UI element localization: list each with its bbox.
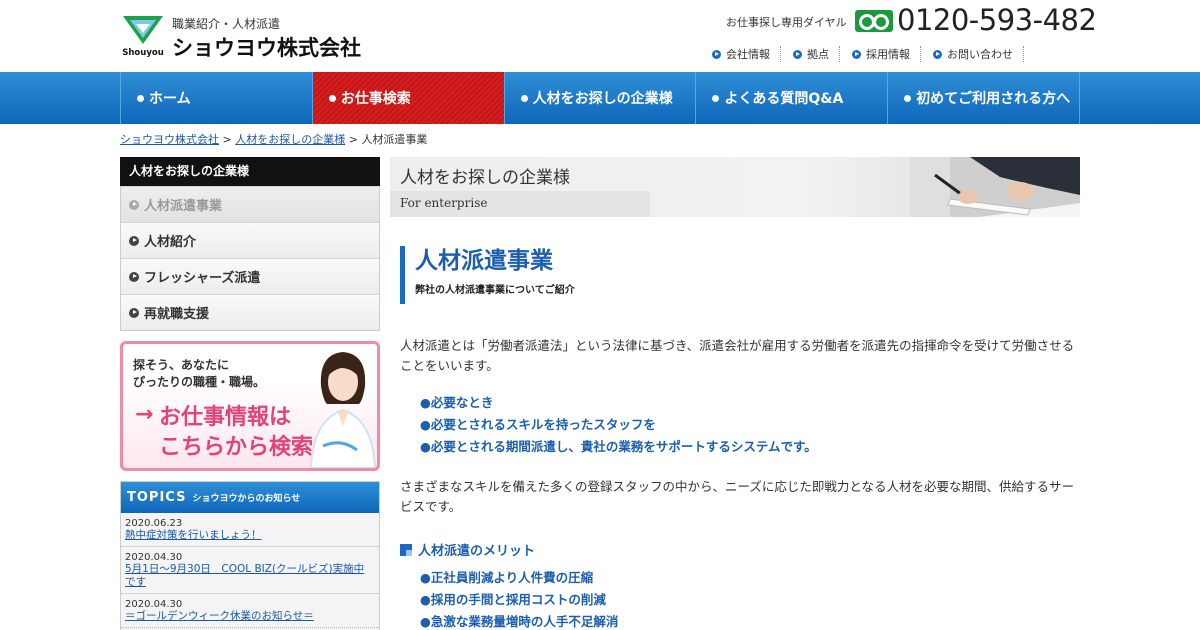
global-nav: ホーム お仕事検索 人材をお探しの企業様 よくある質問Q&A 初めてご利用される… (0, 72, 1200, 124)
bullet-icon (137, 94, 144, 102)
util-link-label: 会社情報 (726, 48, 770, 61)
arrow-circle-icon (129, 199, 139, 210)
breadcrumb-home-link[interactable]: ショウヨウ株式会社 (120, 133, 219, 146)
util-link-label: 拠点 (807, 48, 829, 61)
breadcrumb-separator: > (345, 133, 362, 146)
sidebar-item-label: 人材派遣事業 (144, 199, 223, 214)
nav-label: 初めてご利用される方へ (916, 91, 1071, 107)
breadcrumb: ショウヨウ株式会社 > 人材をお探しの企業様 > 人材派遣事業 (120, 131, 427, 147)
nav-label: 人材をお探しの企業様 (532, 91, 673, 107)
list-item: ●正社員削減より人件費の圧縮 (420, 570, 594, 585)
site-header: Shouyou 職業紹介・人材派遣 ショウヨウ株式会社 お仕事探し専用ダイヤル … (0, 0, 1200, 72)
service-paragraph: さまざまなスキルを備えた多くの登録スタッフの中から、ニーズに応じた即戦力となる人… (400, 479, 1075, 514)
nav-home[interactable]: ホーム (121, 72, 313, 124)
section-heading-block: 人材派遣事業 弊社の人材派遣事業についてご紹介 (400, 246, 575, 304)
nav-first-time[interactable]: 初めてご利用される方へ (888, 72, 1080, 124)
page-hero: 人材をお探しの企業様 For enterprise (390, 157, 1080, 217)
sidebar-item-reemployment[interactable]: 再就職支援 (121, 294, 379, 330)
sidebar-item-label: 再就職支援 (144, 307, 210, 322)
arrow-circle-icon (933, 49, 942, 59)
nav-enterprise[interactable]: 人材をお探しの企業様 (505, 72, 697, 124)
page-title: 人材派遣事業 (415, 247, 553, 274)
topics-title: TOPICS (127, 490, 187, 505)
breadcrumb-current: 人材派遣事業 (361, 133, 428, 146)
utility-nav: 会社情報 拠点 採用情報 お問い合わせ (712, 46, 1036, 62)
bullet-icon (712, 94, 720, 102)
company-name: ショウヨウ株式会社 (172, 36, 361, 60)
phone-number[interactable]: 0120-593-482 (897, 3, 1097, 37)
merit-heading: 人材派遣のメリット (400, 540, 535, 559)
arrow-circle-icon (712, 49, 721, 59)
logo-brand-text: Shouyou (122, 48, 164, 58)
merit-heading-label: 人材派遣のメリット (418, 544, 536, 559)
topics-panel: TOPICS ショウヨウからのお知らせ 2020.06.23 熱中症対策を行いま… (120, 481, 380, 630)
bullet-icon (328, 94, 336, 102)
hero-subtitle-band: For enterprise (390, 191, 650, 217)
list-item: ●必要とされるスキルを持ったスタッフを (420, 417, 656, 432)
list-item: ●採用の手間と採用コストの削減 (420, 592, 606, 607)
util-link-company[interactable]: 会社情報 (712, 46, 781, 62)
topic-item: 2020.06.23 熱中症対策を行いましょう！ (121, 513, 379, 547)
topic-date: 2020.04.30 (125, 552, 183, 563)
list-item: ●急激な業務量増時の人手不足解消 (420, 614, 619, 629)
sidebar-item-freshers[interactable]: フレッシャーズ派遣 (121, 258, 379, 294)
bullet-icon (520, 94, 528, 102)
topic-item: 2020.04.30 5月1日～9月30日 COOL BIZ(クールビズ)実施中… (121, 547, 379, 594)
dial-label: お仕事探し専用ダイヤル (726, 16, 847, 29)
logo-mark-icon: Shouyou (122, 16, 164, 58)
sidebar-item-placement[interactable]: 人材紹介 (121, 222, 379, 258)
nav-label: お仕事検索 (340, 91, 411, 107)
topic-item: 2020.04.30 ＝ゴールデンウィーク休業のお知らせ＝ (121, 594, 379, 628)
arrow-circle-icon (129, 235, 139, 246)
topic-date: 2020.06.23 (125, 518, 183, 529)
topic-link[interactable]: 熱中症対策を行いましょう！ (125, 529, 374, 542)
util-link-label: 採用情報 (866, 48, 910, 61)
arrow-circle-icon (129, 307, 139, 318)
list-item: ●必要とされる期間派遣し、貴社の業務をサポートするシステムです。 (420, 439, 817, 454)
banner-headline-1: お仕事情報は (159, 404, 292, 430)
sidebar-heading: 人材をお探しの企業様 (120, 157, 380, 186)
site-logo[interactable]: Shouyou 職業紹介・人材派遣 ショウヨウ株式会社 (120, 14, 361, 60)
util-link-contact[interactable]: お問い合わせ (933, 46, 1024, 62)
breadcrumb-separator: > (219, 133, 236, 146)
list-item: ●必要なとき (420, 395, 494, 410)
sidebar-item-dispatch[interactable]: 人材派遣事業 (121, 186, 379, 222)
hero-title: 人材をお探しの企業様 (400, 168, 570, 188)
intro-paragraph: 人材派遣とは「労働者派遣法」という法律に基づき、派遣会社が雇用する労働者を派遣先… (400, 338, 1075, 373)
arrow-circle-icon (129, 271, 139, 282)
topics-subtitle: ショウヨウからのお知らせ (192, 494, 301, 504)
bullet-icon (904, 94, 912, 102)
breadcrumb-parent-link[interactable]: 人材をお探しの企業様 (235, 133, 345, 146)
topic-link[interactable]: 5月1日～9月30日 COOL BIZ(クールビズ)実施中です (125, 563, 374, 589)
util-link-locations[interactable]: 拠点 (793, 46, 840, 62)
arrow-circle-icon (852, 49, 861, 59)
sidebar: 人材をお探しの企業様 人材派遣事業 人材紹介 フレッシャーズ派遣 再就職支援 (120, 157, 380, 331)
arrow-right-icon: → (135, 402, 154, 427)
logo-subtitle: 職業紹介・人材派遣 (172, 17, 281, 31)
business-handshake-photo-icon (910, 157, 1080, 217)
topic-link[interactable]: ＝ゴールデンウィーク休業のお知らせ＝ (125, 610, 374, 623)
arrow-circle-icon (793, 49, 802, 59)
nav-label: よくある質問Q&A (724, 91, 844, 107)
nav-faq[interactable]: よくある質問Q&A (696, 72, 889, 124)
hero-subtitle: For enterprise (400, 196, 488, 210)
square-bullet-icon (400, 543, 412, 556)
nav-label: ホーム (149, 91, 191, 107)
sidebar-menu: 人材派遣事業 人材紹介 フレッシャーズ派遣 再就職支援 (120, 186, 380, 331)
sidebar-item-label: 人材紹介 (144, 235, 197, 250)
job-search-banner[interactable]: 探そう、あなたに ぴったりの職種・職場。 → お仕事情報は こちらから検索！ (120, 341, 380, 471)
woman-illustration-icon (309, 352, 377, 468)
topics-header: TOPICS ショウヨウからのお知らせ (121, 482, 379, 513)
topic-date: 2020.04.30 (125, 599, 183, 610)
merit-list: ●正社員削減より人件費の圧縮 ●採用の手間と採用コストの削減 ●急激な業務量増時… (420, 567, 618, 630)
sidebar-item-label: フレッシャーズ派遣 (144, 271, 261, 286)
feature-list: ●必要なとき ●必要とされるスキルを持ったスタッフを ●必要とされる期間派遣し、… (420, 392, 817, 458)
freedial-icon (855, 10, 893, 32)
banner-tagline-1: 探そう、あなたに (133, 358, 230, 372)
banner-tagline-2: ぴったりの職種・職場。 (133, 375, 266, 389)
util-link-label: お問い合わせ (947, 48, 1013, 61)
util-link-recruit[interactable]: 採用情報 (852, 46, 921, 62)
page-subtitle: 弊社の人材派遣事業についてご紹介 (415, 285, 575, 296)
nav-job-search[interactable]: お仕事検索 (312, 72, 505, 124)
